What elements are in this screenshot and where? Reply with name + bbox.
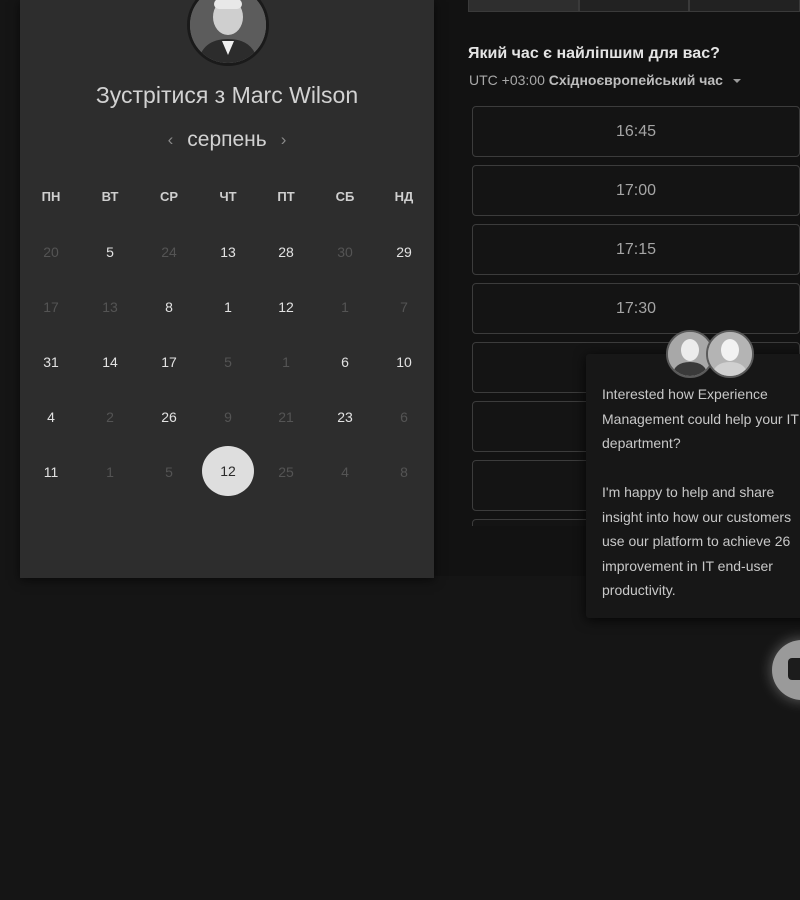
caret-down-icon: [732, 79, 741, 84]
weekday-label: НД: [394, 189, 414, 204]
calendar-day[interactable]: 6: [325, 354, 365, 370]
time-slot-button[interactable]: 17:30: [472, 283, 800, 334]
person-photo-icon: [190, 0, 266, 63]
time-slot-button[interactable]: 16:45: [472, 106, 800, 157]
calendar-day: 5: [165, 464, 173, 480]
calendar-day: 24: [161, 244, 177, 260]
calendar-day: 4: [341, 464, 349, 480]
chat-message-line: productivity.: [602, 582, 676, 598]
weekday-label: ЧТ: [219, 189, 237, 204]
calendar-day: 17: [43, 299, 59, 315]
duration-tab-2[interactable]: [578, 0, 690, 12]
time-slot-button[interactable]: 17:15: [472, 224, 800, 275]
calendar-day[interactable]: 26: [149, 409, 189, 425]
calendar-day[interactable]: 13: [208, 244, 248, 260]
duration-tab-3[interactable]: [689, 0, 800, 12]
calendar-day[interactable]: 10: [384, 354, 424, 370]
chevron-left-icon[interactable]: ‹: [168, 130, 174, 150]
calendar-day[interactable]: 4: [31, 409, 71, 425]
duration-tabs: [468, 0, 800, 12]
calendar-day[interactable]: 1: [208, 299, 248, 315]
calendar-day[interactable]: 5: [90, 244, 130, 260]
duration-tab-1[interactable]: [468, 0, 579, 12]
person-photo-icon: [708, 332, 752, 376]
weekday-label: СР: [159, 189, 179, 204]
calendar-day: 13: [102, 299, 118, 315]
weekday-label: СБ: [335, 189, 355, 204]
weekday-label: ПТ: [277, 189, 295, 204]
chevron-right-icon[interactable]: ›: [281, 130, 287, 150]
chat-message-line: use our platform to achieve 26: [602, 533, 791, 549]
calendar-day: 6: [400, 409, 408, 425]
calendar-day[interactable]: 29: [384, 244, 424, 260]
calendar-day: 5: [224, 354, 232, 370]
agent-avatar-2: [706, 330, 754, 378]
calendar-day[interactable]: 8: [149, 299, 189, 315]
calendar-day: 21: [278, 409, 294, 425]
time-slot-button[interactable]: 17:00: [472, 165, 800, 216]
calendar-day: 1: [341, 299, 349, 315]
time-question-heading: Який час є найліпшим для вас?: [468, 45, 720, 62]
calendar-day[interactable]: 23: [325, 409, 365, 425]
timezone-name: Східноєвропейський час: [548, 72, 723, 88]
chat-message-line: I'm happy to help and share: [602, 484, 775, 500]
calendar-day[interactable]: 31: [31, 354, 71, 370]
chat-popup[interactable]: Interested how Experience Management coul…: [586, 354, 800, 618]
calendar-day: 1: [106, 464, 114, 480]
calendar-day: 20: [43, 244, 59, 260]
calendar-day[interactable]: 17: [149, 354, 189, 370]
calendar-day[interactable]: 14: [90, 354, 130, 370]
calendar-day: 8: [400, 464, 408, 480]
meeting-title: Зустрітися з Marc Wilson: [95, 82, 359, 108]
calendar-day-selected[interactable]: 12: [202, 446, 254, 496]
calendar-day: 1: [282, 354, 290, 370]
timezone-selector[interactable]: UTC +03:00 Східноєвропейський час: [469, 72, 741, 88]
chat-message-line: Management could help your IT: [602, 410, 799, 427]
chat-message-line: improvement in IT end-user: [602, 557, 773, 574]
calendar-day: 25: [278, 464, 294, 480]
month-navigator: ‹ серпень ›: [20, 128, 434, 152]
calendar-day: 30: [337, 244, 353, 260]
calendar-day[interactable]: 11: [31, 464, 71, 480]
chat-launcher-button[interactable]: [772, 640, 800, 700]
chat-bubble-icon: [788, 658, 800, 680]
weekday-label: ПН: [41, 189, 61, 204]
month-label: серпень: [187, 128, 267, 151]
chat-message-line: department?: [602, 435, 681, 451]
chat-message-line: insight into how our customers: [602, 508, 792, 525]
calendar-day: 9: [224, 409, 232, 425]
timezone-offset: UTC +03:00: [469, 72, 545, 88]
calendar-day: 2: [106, 409, 114, 425]
chat-message-line: Interested how Experience: [602, 386, 768, 402]
weekday-label: ВТ: [101, 189, 119, 204]
calendar-day: 7: [400, 299, 408, 315]
calendar-day[interactable]: 12: [266, 299, 306, 315]
calendar-day[interactable]: 28: [266, 244, 306, 260]
